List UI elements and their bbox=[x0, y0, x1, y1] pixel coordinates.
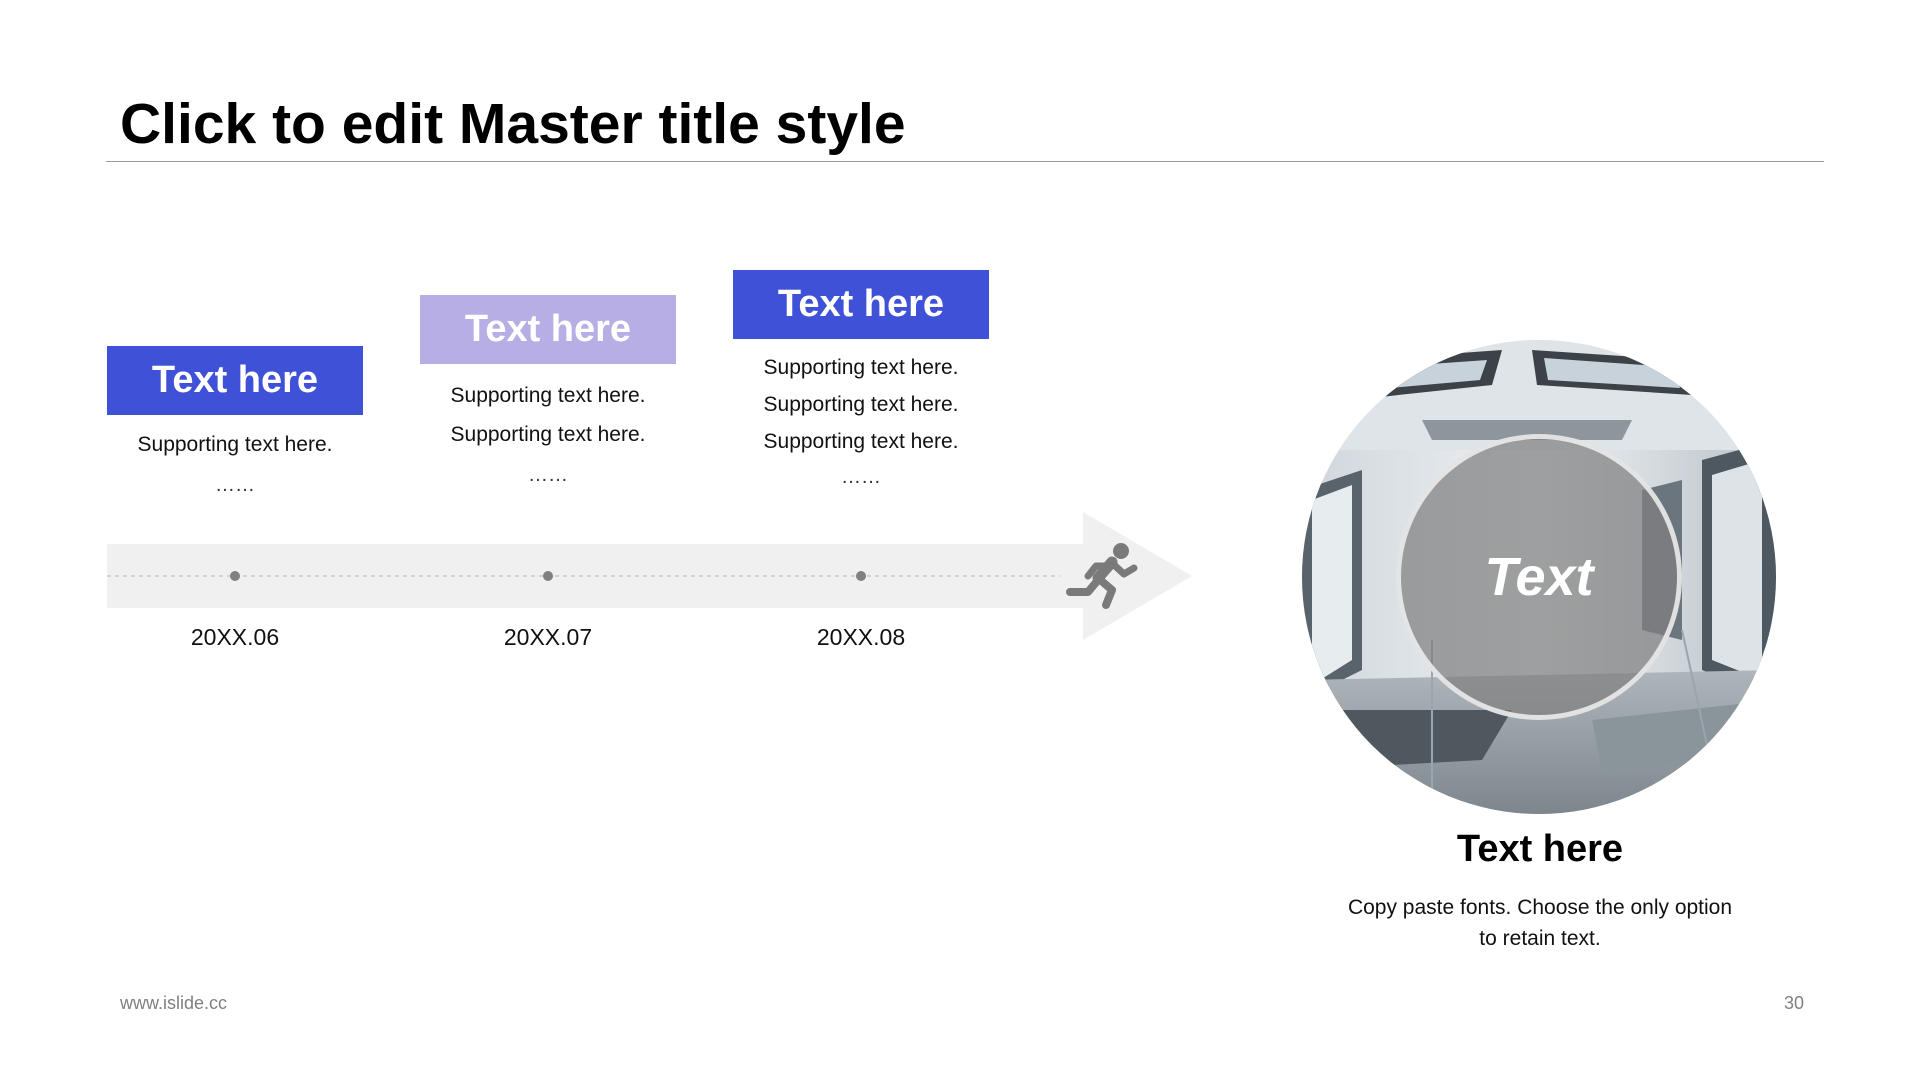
supporting-text-3: Supporting text here. Supporting text he… bbox=[733, 349, 989, 460]
feature-body[interactable]: Copy paste fonts. Choose the only option… bbox=[1340, 892, 1740, 954]
ellipsis-3: …… bbox=[841, 466, 881, 488]
timeline-dot-3 bbox=[856, 571, 866, 581]
supporting-line: Supporting text here. bbox=[763, 393, 959, 416]
timeline-label-3[interactable]: Text here bbox=[733, 270, 989, 339]
timeline-dot-1 bbox=[230, 571, 240, 581]
page-number: 30 bbox=[1784, 993, 1805, 1013]
footer-url: www.islide.cc bbox=[120, 993, 228, 1013]
supporting-line: Supporting text here. bbox=[450, 384, 646, 407]
ellipsis-2: …… bbox=[528, 464, 568, 486]
supporting-line: Supporting text here. bbox=[137, 433, 333, 456]
timeline-label-2[interactable]: Text here bbox=[420, 295, 676, 364]
supporting-line: Supporting text here. bbox=[450, 423, 646, 446]
highlight-ring: Text bbox=[1396, 434, 1682, 720]
date-label-1: 20XX.06 bbox=[190, 624, 280, 650]
timeline-label-1[interactable]: Text here bbox=[107, 346, 363, 415]
supporting-text-1: Supporting text here. bbox=[107, 426, 363, 463]
timeline-dot-2 bbox=[543, 571, 553, 581]
supporting-text-2: Supporting text here. Supporting text he… bbox=[420, 376, 676, 454]
date-label-3: 20XX.08 bbox=[816, 624, 906, 650]
feature-title[interactable]: Text here bbox=[1340, 828, 1740, 871]
supporting-line: Supporting text here. bbox=[763, 430, 959, 453]
supporting-line: Supporting text here. bbox=[763, 356, 959, 379]
ellipsis-1: …… bbox=[215, 474, 255, 496]
overlay-text[interactable]: Text bbox=[1484, 546, 1593, 608]
date-label-2: 20XX.07 bbox=[503, 624, 593, 650]
